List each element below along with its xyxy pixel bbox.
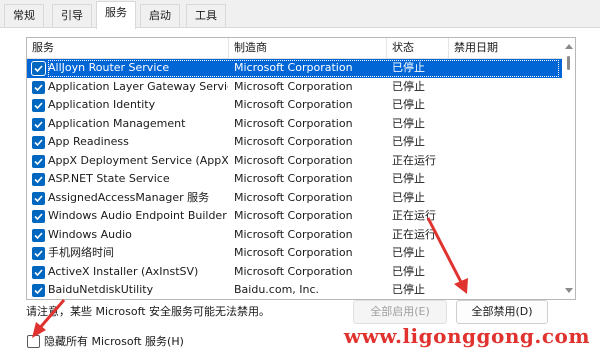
services-list[interactable]: 服务 制造商 状态 禁用日期 AllJoyn Router Service Mic… bbox=[26, 37, 576, 300]
table-row[interactable]: AllJoyn Router Service Microsoft Corporat… bbox=[27, 59, 563, 78]
service-checkbox[interactable] bbox=[32, 210, 45, 223]
table-row[interactable]: Application Identity Microsoft Corporatio… bbox=[27, 96, 563, 115]
service-name: App Readiness bbox=[48, 135, 129, 148]
service-name: Application Identity bbox=[48, 98, 156, 111]
tab-tools[interactable]: 工具 bbox=[186, 4, 226, 28]
table-row[interactable]: ASP.NET State Service Microsoft Corporati… bbox=[27, 170, 563, 189]
service-name: AssignedAccessManager 服务 bbox=[48, 190, 210, 204]
table-row[interactable]: Application Layer Gateway Service Microso… bbox=[27, 78, 563, 97]
column-header-status[interactable]: 状态 bbox=[387, 38, 449, 59]
service-checkbox[interactable] bbox=[32, 191, 45, 205]
disable-all-button[interactable]: 全部禁用(D) bbox=[456, 300, 548, 324]
security-note: 请注意，某些 Microsoft 安全服务可能无法禁用。 bbox=[26, 305, 271, 318]
service-checkbox[interactable] bbox=[32, 117, 45, 131]
service-manufacturer: Microsoft Corporation bbox=[234, 116, 353, 130]
column-header-disabled-date[interactable]: 禁用日期 bbox=[449, 38, 563, 59]
service-name: 手机网络时间 bbox=[48, 246, 114, 259]
service-manufacturer: Microsoft Corporation bbox=[234, 135, 353, 148]
service-manufacturer: Microsoft Corporation bbox=[234, 153, 353, 167]
service-status: 已停止 bbox=[392, 172, 425, 185]
enable-all-button[interactable]: 全部启用(E) bbox=[353, 300, 447, 324]
hide-microsoft-services-label: 隐藏所有 Microsoft 服务(H) bbox=[44, 335, 184, 348]
table-row[interactable]: ActiveX Installer (AxInstSV) Microsoft Co… bbox=[27, 263, 563, 282]
tab-boot[interactable]: 引导 bbox=[52, 4, 92, 28]
tab-general[interactable]: 常规 bbox=[4, 4, 44, 28]
service-checkbox[interactable] bbox=[32, 154, 45, 168]
service-status: 正在运行 bbox=[392, 227, 436, 241]
service-manufacturer: Microsoft Corporation bbox=[234, 246, 353, 259]
service-checkbox[interactable] bbox=[31, 61, 46, 76]
service-status: 已停止 bbox=[392, 135, 425, 148]
scroll-down-arrow-icon[interactable] bbox=[565, 288, 573, 293]
service-manufacturer: Microsoft Corporation bbox=[234, 190, 353, 204]
service-manufacturer: Microsoft Corporation bbox=[234, 172, 353, 185]
service-status: 已停止 bbox=[392, 246, 425, 259]
service-name: ASP.NET State Service bbox=[48, 172, 170, 185]
service-status: 正在运行 bbox=[392, 153, 436, 167]
service-name: BaiduNetdiskUtility bbox=[48, 283, 154, 296]
service-checkbox[interactable] bbox=[32, 228, 45, 242]
table-row[interactable]: Application Management Microsoft Corporat… bbox=[27, 115, 563, 134]
service-status: 已停止 bbox=[392, 98, 425, 111]
service-checkbox[interactable] bbox=[32, 265, 45, 279]
table-row[interactable]: App Readiness Microsoft Corporation 已停止 bbox=[27, 133, 563, 152]
service-checkbox[interactable] bbox=[32, 80, 45, 94]
tab-bar: 常规 引导 服务 启动 工具 bbox=[0, 0, 600, 29]
service-name: Application Management bbox=[48, 116, 186, 130]
service-manufacturer: Baidu.com, Inc. bbox=[234, 283, 320, 296]
service-manufacturer: Microsoft Corporation bbox=[234, 264, 353, 278]
service-checkbox[interactable] bbox=[32, 247, 45, 260]
service-name: AppX Deployment Service (AppX... bbox=[48, 153, 228, 167]
table-row[interactable]: Windows Audio Microsoft Corporation 正在运行 bbox=[27, 226, 563, 245]
service-status: 已停止 bbox=[392, 116, 425, 130]
list-header: 服务 制造商 状态 禁用日期 bbox=[27, 38, 563, 59]
service-manufacturer: Microsoft Corporation bbox=[234, 79, 353, 93]
service-manufacturer: Microsoft Corporation bbox=[234, 227, 353, 241]
tab-services[interactable]: 服务 bbox=[96, 1, 136, 29]
scroll-thumb[interactable] bbox=[567, 56, 570, 70]
watermark: www.ligonggong.com bbox=[343, 324, 590, 348]
service-checkbox[interactable] bbox=[32, 284, 45, 297]
service-status: 已停止 bbox=[392, 264, 425, 278]
table-row[interactable]: Windows Audio Endpoint Builder Microsoft … bbox=[27, 207, 563, 226]
table-row[interactable]: 手机网络时间 Microsoft Corporation 已停止 bbox=[27, 244, 563, 263]
column-header-service[interactable]: 服务 bbox=[27, 38, 229, 59]
service-checkbox[interactable] bbox=[32, 173, 45, 186]
service-manufacturer: Microsoft Corporation bbox=[234, 98, 353, 111]
focus-rectangle bbox=[48, 59, 559, 77]
vertical-scrollbar[interactable] bbox=[562, 38, 575, 299]
tab-startup[interactable]: 启动 bbox=[140, 4, 180, 28]
service-status: 已停止 bbox=[392, 283, 425, 296]
table-row[interactable]: AppX Deployment Service (AppX... Microsof… bbox=[27, 152, 563, 171]
service-checkbox[interactable] bbox=[32, 99, 45, 112]
service-manufacturer: Microsoft Corporation bbox=[234, 209, 353, 222]
column-header-manufacturer[interactable]: 制造商 bbox=[229, 38, 387, 59]
service-name: Application Layer Gateway Service bbox=[48, 79, 228, 93]
service-name: Windows Audio Endpoint Builder bbox=[48, 209, 227, 222]
service-checkbox[interactable] bbox=[32, 136, 45, 149]
service-status: 已停止 bbox=[392, 79, 425, 93]
service-name: Windows Audio bbox=[48, 227, 132, 241]
service-status: 已停止 bbox=[392, 190, 425, 204]
service-name: ActiveX Installer (AxInstSV) bbox=[48, 264, 199, 278]
scroll-up-arrow-icon[interactable] bbox=[565, 44, 573, 49]
checkbox-box[interactable] bbox=[27, 335, 40, 348]
table-row[interactable]: AssignedAccessManager 服务 Microsoft Corpor… bbox=[27, 189, 563, 208]
table-row[interactable]: BaiduNetdiskUtility Baidu.com, Inc. 已停止 bbox=[27, 281, 563, 299]
service-status: 正在运行 bbox=[392, 209, 436, 222]
